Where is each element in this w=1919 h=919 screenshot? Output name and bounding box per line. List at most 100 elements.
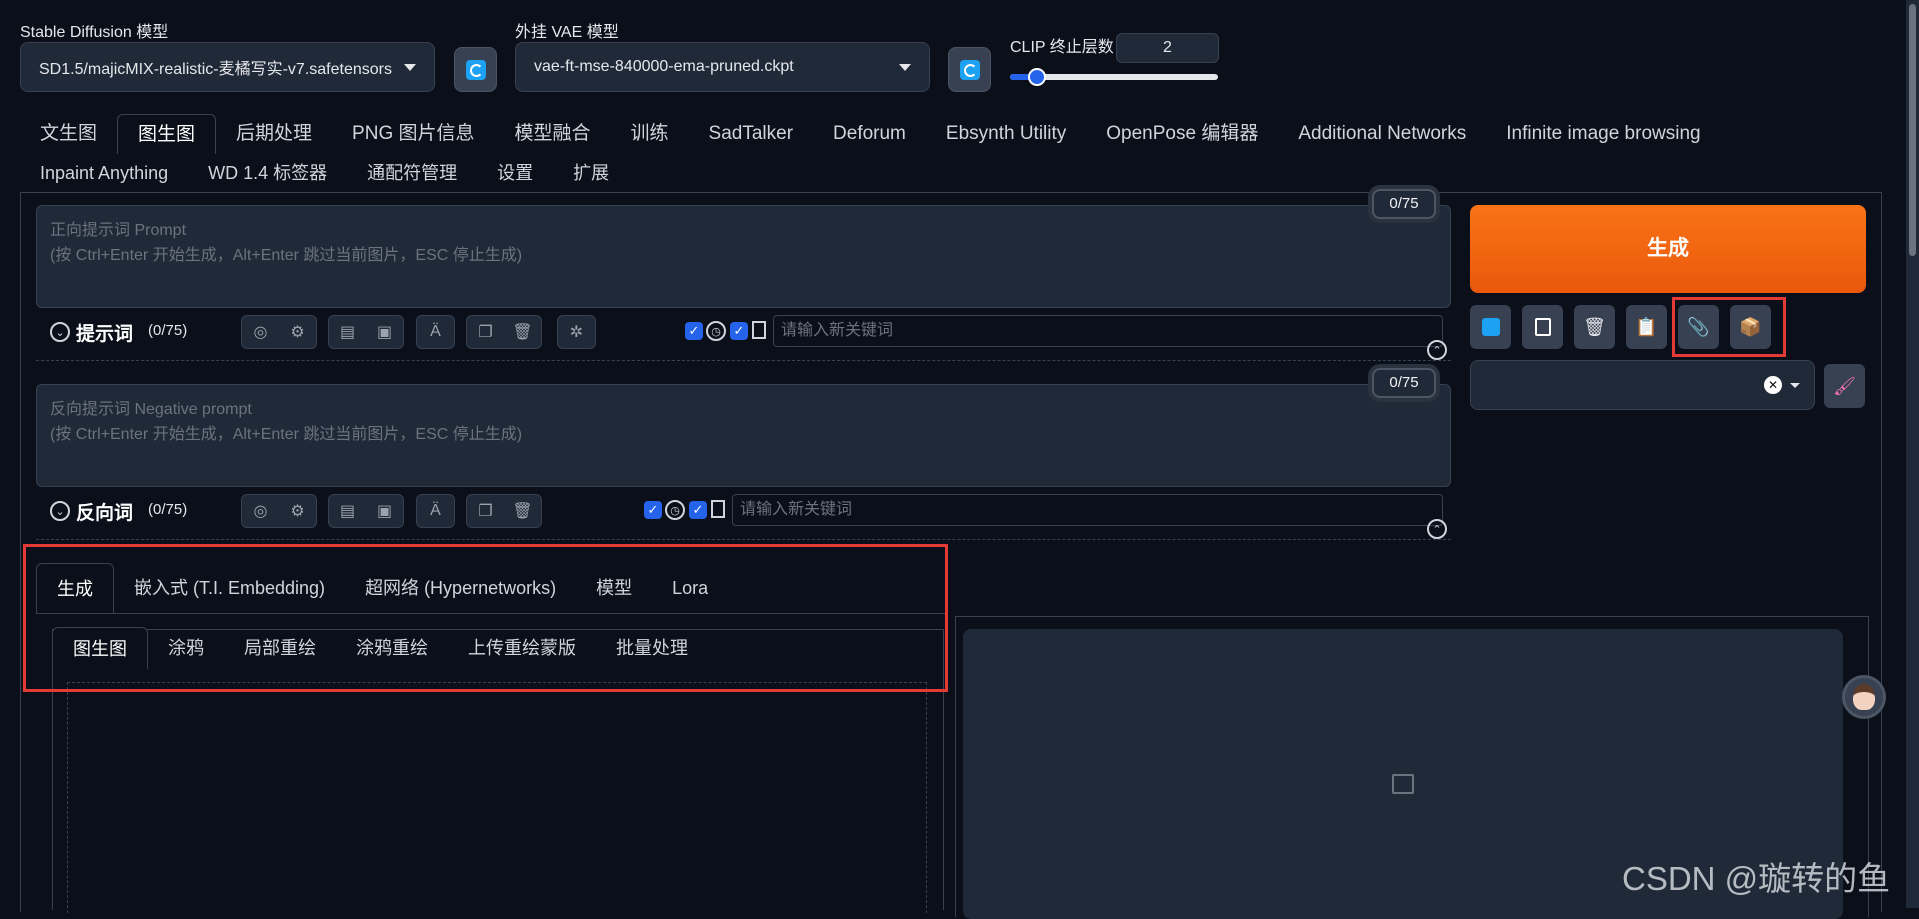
tab-9[interactable]: OpenPose 编辑器 [1086,114,1278,154]
prompt-title: 提示词 [76,324,134,345]
tab-4[interactable]: 模型融合 [495,114,611,154]
prompt-checkbox-1[interactable]: ✓ [685,322,703,340]
prompt-textarea[interactable]: 正向提示词 Prompt (按 Ctrl+Enter 开始生成，Alt+Ente… [36,205,1451,308]
close-icon[interactable]: ✕ [1764,376,1782,394]
vae-select[interactable]: vae-ft-mse-840000-ema-pruned.ckpt [515,42,930,92]
negative-keyword-input[interactable]: 请输入新关键词 [732,494,1443,526]
apply-style-button[interactable] [1470,305,1511,349]
history-icon[interactable]: ▤ [329,316,366,348]
generate-button[interactable]: 生成 [1470,205,1866,293]
negative-toolbar: ⌄ 反向词 (0/75) ◎ ⚙ ▤ ▣ Ä ❐ 🗑 ✓ ◷ ✓ 请输入新关键词 ⌃ [36,494,1451,540]
watermark: CSDN @璇转的鱼 [1622,860,1891,897]
clip-number-input[interactable]: 2 [1116,33,1219,63]
tab-row2-2[interactable]: 通配符管理 [347,153,477,193]
tab-0[interactable]: 文生图 [20,114,117,154]
styles-select[interactable]: ✕ [1470,360,1815,410]
image-upload-area[interactable] [67,682,927,913]
tab-11[interactable]: Infinite image browsing [1486,114,1720,154]
chevron-down-icon [899,63,911,71]
vae-value: vae-ft-mse-840000-ema-pruned.ckpt [534,58,794,75]
chevron-down-icon [404,63,416,71]
highlight-box-tabs [23,544,948,692]
trash-icon[interactable]: 🗑 [504,495,541,527]
clear-button[interactable] [1522,305,1563,349]
prompt-tools-b: ▤ ▣ [328,315,404,349]
tab-row2-4[interactable]: 扩展 [553,153,629,193]
main-tabs-row2: Inpaint Anything WD 1.4 标签器 通配符管理 设置 扩展 [20,153,629,193]
tab-7[interactable]: Deforum [813,114,926,154]
copy-icon[interactable]: ❐ [467,495,504,527]
edit-styles-button[interactable]: 🖌 [1824,364,1865,408]
prompt-tools-c: Ä [416,315,455,349]
clipboard-icon: 📋 [1635,316,1658,337]
tab-3[interactable]: PNG 图片信息 [332,114,494,154]
prompt-checkbox-2[interactable]: ✓ [730,322,748,340]
negative-placeholder-line1: 反向提示词 Negative prompt [50,401,252,418]
negative-tools-b: ▤ ▣ [328,494,404,528]
tab-5[interactable]: 训练 [611,114,689,154]
scrollbar[interactable] [1906,0,1919,908]
avatar[interactable] [1842,675,1886,719]
negative-prompt-textarea[interactable]: 反向提示词 Negative prompt (按 Ctrl+Enter 开始生成… [36,384,1451,487]
prompt-token-counter: 0/75 [1372,189,1436,219]
paste-button[interactable]: 📋 [1626,305,1667,349]
history-icon[interactable]: ▤ [329,495,366,527]
chevron-down-icon[interactable]: ⌄ [50,322,70,342]
negative-title: 反向词 [76,503,134,524]
prompt-tools-a: ◎ ⚙ [241,315,317,349]
arrow-icon [1481,318,1500,336]
chevron-down-icon [1790,382,1800,388]
scrollbar-thumb[interactable] [1909,4,1916,256]
main-tabs-row1: 文生图 图生图 后期处理 PNG 图片信息 模型融合 训练 SadTalker Deforum… [20,114,1721,154]
negative-checkbox-1[interactable]: ✓ [644,501,662,519]
model-refresh-button[interactable] [454,47,497,92]
negative-tools-a: ◎ ⚙ [241,494,317,528]
prompt-count: (0/75) [148,322,188,339]
negative-placeholder-line2: (按 Ctrl+Enter 开始生成，Alt+Enter 跳过当前图片，ESC … [50,426,523,443]
negative-checkbox-2[interactable]: ✓ [689,501,707,519]
prompt-placeholder-line1: 正向提示词 Prompt [50,222,187,239]
negative-token-counter: 0/75 [1372,368,1436,398]
tab-1[interactable]: 图生图 [117,114,217,154]
trash-button[interactable]: 🗑 [1574,305,1615,349]
vae-label: 外挂 VAE 模型 [515,24,619,41]
tab-6[interactable]: SadTalker [689,114,814,154]
tab-row2-3[interactable]: 设置 [477,153,553,193]
trash-icon[interactable]: 🗑 [504,316,541,348]
panel-icon [752,321,766,339]
globe-icon[interactable]: ◎ [242,495,279,527]
openai-icon[interactable]: ✲ [558,316,595,348]
model-select[interactable]: SD1.5/majicMIX-realistic-麦橘写实-v7.safeten… [20,42,435,92]
chevron-up-icon[interactable]: ⌃ [1427,519,1447,539]
bookmark-icon[interactable]: ▣ [366,495,403,527]
prompt-tools-e: ✲ [557,315,596,349]
tab-row2-1[interactable]: WD 1.4 标签器 [188,153,347,193]
gear-icon[interactable]: ⚙ [279,495,316,527]
translate-icon[interactable]: Ä [417,316,454,348]
globe-icon[interactable]: ◎ [242,316,279,348]
vae-refresh-button[interactable] [948,47,991,92]
prompt-toolbar: ⌄ 提示词 (0/75) ◎ ⚙ ▤ ▣ Ä ❐ 🗑 ✲ ✓ ◷ ✓ 请输入新关键词 … [36,315,1451,361]
prompt-placeholder-line2: (按 Ctrl+Enter 开始生成，Alt+Enter 跳过当前图片，ESC … [50,247,523,264]
tab-10[interactable]: Additional Networks [1278,114,1486,154]
chevron-down-icon[interactable]: ⌄ [50,501,70,521]
copy-icon[interactable]: ❐ [467,316,504,348]
tab-2[interactable]: 后期处理 [216,114,332,154]
bookmark-icon[interactable]: ▣ [366,316,403,348]
prompt-tools-d: ❐ 🗑 [466,315,542,349]
highlight-box-buttons [1672,297,1786,357]
model-label: Stable Diffusion 模型 [20,24,169,41]
prompt-keyword-input[interactable]: 请输入新关键词 [773,315,1443,347]
clock-icon: ◷ [706,321,726,341]
translate-icon[interactable]: Ä [417,495,454,527]
panel-icon [711,500,725,518]
model-value: SD1.5/majicMIX-realistic-麦橘写实-v7.safeten… [39,61,392,78]
image-placeholder-icon [1392,774,1414,794]
chevron-up-icon[interactable]: ⌃ [1427,340,1447,360]
clip-label: CLIP 终止层数 [1010,39,1114,56]
negative-tools-d: ❐ 🗑 [466,494,542,528]
gear-icon[interactable]: ⚙ [279,316,316,348]
clip-slider-handle[interactable] [1028,68,1047,86]
tab-8[interactable]: Ebsynth Utility [926,114,1086,154]
tab-row2-0[interactable]: Inpaint Anything [20,153,188,193]
